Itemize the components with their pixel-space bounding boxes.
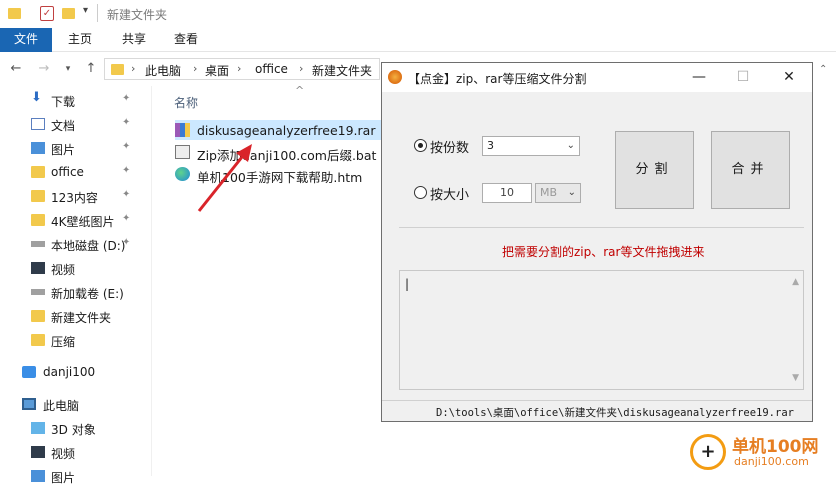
by-count-radio[interactable] [414,139,427,152]
split-tool-dialog: 【点金】zip、rar等压缩文件分割 — ☐ ✕ 按份数 3 ⌄ 按大小 10 … [381,62,813,422]
status-bar: D:\tools\桌面\office\新建文件夹\diskusageanalyz… [382,400,812,422]
chevron-down-icon: ⌄ [566,140,575,151]
merge-button[interactable]: 合并 [711,131,790,209]
count-value: 3 [487,139,494,152]
chevron-down-icon: ⌄ [567,187,576,198]
count-select[interactable]: 3 ⌄ [482,136,580,156]
watermark-url: danji100.com [734,455,809,468]
drop-hint: 把需要分割的zip、rar等文件拖拽进来 [502,245,705,259]
dialog-titlebar: 【点金】zip、rar等压缩文件分割 — ☐ ✕ [382,63,812,92]
scroll-up-icon[interactable]: ▲ [792,277,799,287]
size-input[interactable]: 10 [482,183,532,203]
by-size-radio[interactable] [414,186,427,199]
unit-select[interactable]: MB ⌄ [535,183,581,203]
dialog-title: 【点金】zip、rar等压缩文件分割 [408,72,587,86]
text-cursor: | [405,277,410,291]
app-icon [388,70,402,84]
maximize-button[interactable]: ☐ [728,67,758,87]
scroll-down-icon[interactable]: ▼ [792,373,799,383]
drop-zone-textarea[interactable]: | ▲ ▼ [399,270,804,390]
arrow-to-file [197,144,252,212]
by-size-label: 按大小 [430,188,470,203]
watermark: + 单机100网 danji100.com [688,428,836,476]
close-button[interactable]: ✕ [774,67,804,87]
watermark-name: 单机100网 [732,437,819,457]
minimize-button[interactable]: — [684,67,714,87]
watermark-logo-icon: + [690,434,726,470]
by-count-label: 按份数 [430,141,470,156]
split-button[interactable]: 分割 [615,131,694,209]
scroll-up-icon[interactable]: ⌃ [819,64,827,75]
divider [399,227,804,228]
status-path: D:\tools\桌面\office\新建文件夹\diskusageanalyz… [436,407,794,419]
unit-value: MB [540,186,558,199]
vertical-scrollbar[interactable]: ⌃ [813,62,836,476]
